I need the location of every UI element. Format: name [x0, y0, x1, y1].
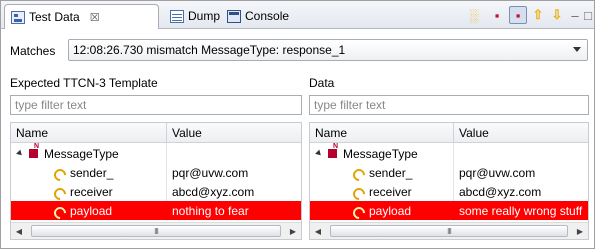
expected-col-name[interactable]: Name — [11, 123, 166, 143]
data-filter-placeholder: type filter text — [314, 98, 386, 112]
record-type-icon — [328, 143, 338, 158]
row-value: pqr@uvw.com — [172, 165, 249, 180]
data-horizontal-scrollbar[interactable]: ◀ III ▶ — [310, 222, 588, 239]
type-filter-icon[interactable]: ▪ — [490, 8, 504, 23]
field-icon — [352, 186, 364, 198]
table-row-mismatch[interactable]: payload some really wrong stuff — [310, 201, 588, 220]
tab-dump[interactable]: Dump — [164, 4, 226, 28]
scroll-right-icon[interactable]: ▶ — [572, 223, 588, 239]
field-icon — [352, 205, 364, 217]
scroll-left-icon[interactable]: ◀ — [310, 223, 326, 239]
show-type-icon[interactable]: ▪ — [509, 6, 527, 24]
console-icon — [227, 9, 241, 23]
expand-arrow-icon[interactable] — [16, 149, 24, 158]
error-filter-icon[interactable]: ░ — [467, 8, 481, 23]
expected-filter-placeholder: type filter text — [15, 98, 87, 112]
scroll-left-icon[interactable]: ◀ — [11, 223, 27, 239]
data-col-name[interactable]: Name — [310, 123, 453, 143]
row-name: sender_ — [369, 165, 413, 180]
dump-icon — [170, 9, 184, 23]
matches-label: Matches — [10, 44, 56, 58]
row-value: pqr@uvw.com — [459, 165, 536, 180]
field-icon — [53, 205, 65, 217]
maximize-icon[interactable]: □ — [581, 8, 595, 23]
expand-arrow-icon[interactable] — [315, 149, 323, 158]
table-row[interactable]: receiver abcd@xyz.com — [11, 182, 301, 201]
field-icon — [53, 186, 65, 198]
minimize-icon[interactable]: – — [568, 8, 582, 23]
table-row[interactable]: MessageType — [310, 143, 588, 163]
data-col-value[interactable]: Value — [453, 123, 588, 143]
row-name: receiver — [70, 184, 113, 199]
expected-tree-table: Name Value MessageType sender_ pqr@uvw.c… — [10, 122, 302, 240]
row-name: payload — [369, 203, 412, 218]
data-table-header: Name Value — [310, 123, 588, 143]
tab-dump-label: Dump — [188, 9, 221, 23]
test-data-view: Test Data ☒ Dump Console ░ ▪ ▪ ⇧ ⇩ – □ M… — [0, 0, 595, 249]
row-name: sender_ — [70, 165, 114, 180]
chevron-down-icon — [573, 47, 581, 52]
tab-console[interactable]: Console — [221, 4, 295, 28]
row-name: receiver — [369, 184, 412, 199]
row-value: abcd@xyz.com — [459, 184, 542, 199]
row-value: nothing to fear — [172, 203, 249, 218]
row-name: payload — [70, 203, 113, 218]
close-icon[interactable]: ☒ — [90, 11, 100, 24]
row-value: some really wrong stuff — [459, 203, 583, 218]
data-title: Data — [309, 76, 335, 90]
table-row[interactable]: receiver abcd@xyz.com — [310, 182, 588, 201]
row-name: MessageType — [343, 146, 418, 161]
field-icon — [352, 167, 364, 179]
row-value: abcd@xyz.com — [172, 184, 255, 199]
table-row[interactable]: sender_ pqr@uvw.com — [11, 163, 301, 182]
previous-icon[interactable]: ⇧ — [531, 7, 545, 22]
expected-filter-input[interactable]: type filter text — [10, 95, 302, 115]
scroll-grip: III — [154, 226, 159, 236]
table-row-mismatch[interactable]: payload nothing to fear — [11, 201, 301, 220]
next-icon[interactable]: ⇩ — [550, 7, 564, 22]
expected-horizontal-scrollbar[interactable]: ◀ III ▶ — [11, 222, 301, 239]
matches-dropdown[interactable]: 12:08:26.730 mismatch MessageType: respo… — [68, 39, 588, 61]
tab-test-data[interactable]: Test Data ☒ — [4, 4, 159, 29]
data-tree-table: Name Value MessageType sender_ pqr@uvw.c… — [309, 122, 589, 240]
scroll-thumb[interactable]: III — [31, 225, 281, 237]
table-row[interactable]: MessageType — [11, 143, 301, 163]
tab-bar: Test Data ☒ Dump Console ░ ▪ ▪ ⇧ ⇩ – □ — [1, 1, 594, 29]
table-row[interactable]: sender_ pqr@uvw.com — [310, 163, 588, 182]
record-type-icon — [29, 143, 39, 158]
row-name: MessageType — [44, 146, 119, 161]
field-icon — [53, 167, 65, 179]
expected-template-title: Expected TTCN-3 Template — [10, 76, 158, 90]
matches-selected-value: 12:08:26.730 mismatch MessageType: respo… — [73, 43, 346, 57]
tab-test-data-label: Test Data — [29, 10, 80, 24]
scroll-thumb[interactable]: III — [330, 225, 568, 237]
scroll-grip: III — [447, 226, 452, 236]
expected-col-value[interactable]: Value — [166, 123, 301, 143]
expected-table-header: Name Value — [11, 123, 301, 143]
test-data-icon — [11, 10, 25, 24]
tab-console-label: Console — [245, 9, 290, 23]
scroll-right-icon[interactable]: ▶ — [285, 223, 301, 239]
data-filter-input[interactable]: type filter text — [309, 95, 589, 115]
